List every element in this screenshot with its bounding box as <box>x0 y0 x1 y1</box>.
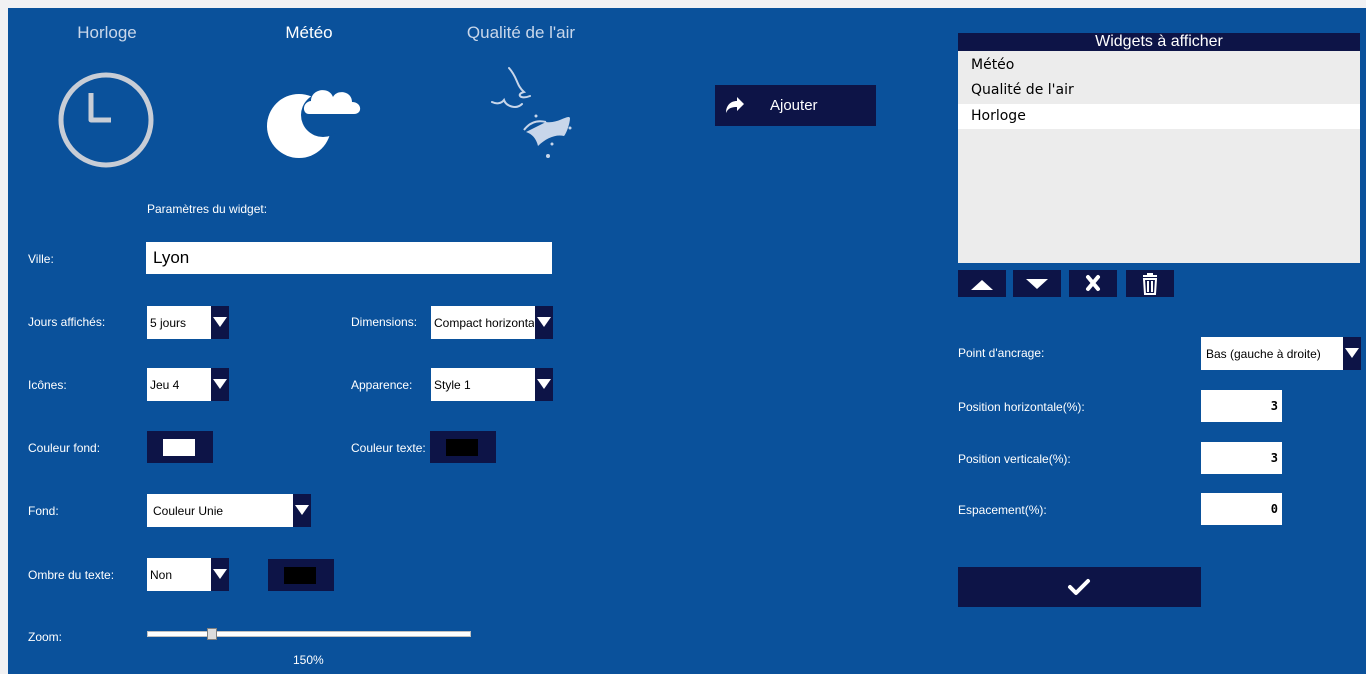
remove-icon <box>1086 275 1100 291</box>
zoom-slider-track[interactable] <box>147 631 471 637</box>
checkmark-icon <box>1068 579 1090 595</box>
dimensions-select[interactable]: Compact horizontal <box>430 305 554 340</box>
list-item[interactable]: Horloge <box>958 104 1360 129</box>
anchor-select-value: Bas (gauche à droite) <box>1206 348 1321 361</box>
appearance-select-value: Style 1 <box>434 379 471 392</box>
city-input[interactable] <box>146 242 552 274</box>
add-button-label: Ajouter <box>770 97 818 114</box>
chevron-down-icon <box>211 306 229 339</box>
air-quality-icon[interactable] <box>486 66 582 174</box>
spacing-input[interactable]: 0 <box>1201 493 1282 525</box>
weather-icon[interactable] <box>266 72 368 162</box>
appearance-label: Apparence: <box>351 378 413 392</box>
days-select-value: 5 jours <box>150 317 187 330</box>
tab-qualite-air[interactable]: Qualité de l'air <box>456 23 586 43</box>
zoom-value: 150% <box>293 653 324 667</box>
move-up-icon <box>971 280 993 290</box>
add-button[interactable]: Ajouter <box>715 85 876 126</box>
bg-color-swatch <box>163 439 195 456</box>
vertical-position-input[interactable]: 3 <box>1201 442 1282 474</box>
widgets-list-title: Widgets à afficher <box>958 33 1360 51</box>
text-color-swatch <box>446 439 478 456</box>
tab-horloge[interactable]: Horloge <box>58 23 156 43</box>
chevron-down-icon <box>1343 337 1361 370</box>
chevron-down-icon <box>535 368 553 401</box>
confirm-button[interactable] <box>958 567 1201 607</box>
horizontal-position-label: Position horizontale(%): <box>958 400 1085 414</box>
anchor-label: Point d'ancrage: <box>958 346 1045 360</box>
text-shadow-select[interactable]: Non <box>146 557 230 592</box>
background-select-value: Couleur Unie <box>153 505 224 518</box>
shadow-color-swatch <box>284 567 316 584</box>
move-down-icon <box>1026 279 1048 289</box>
share-arrow-icon <box>726 97 744 113</box>
dimensions-label: Dimensions: <box>351 315 418 329</box>
text-shadow-label: Ombre du texte: <box>28 568 115 582</box>
clock-icon[interactable] <box>56 70 156 170</box>
move-up-button[interactable] <box>958 270 1006 297</box>
chevron-down-icon <box>293 494 311 527</box>
trash-icon <box>1142 273 1158 295</box>
icons-select-value: Jeu 4 <box>150 379 180 392</box>
icons-label: Icônes: <box>28 378 67 392</box>
bg-color-label: Couleur fond: <box>28 441 101 455</box>
list-item[interactable]: Qualité de l'air <box>958 78 1360 103</box>
text-color-label: Couleur texte: <box>351 441 426 455</box>
horizontal-position-input[interactable]: 3 <box>1201 390 1282 422</box>
appearance-select[interactable]: Style 1 <box>430 367 554 402</box>
list-item[interactable]: Météo <box>958 53 1360 78</box>
spacing-label: Espacement(%): <box>958 503 1047 517</box>
text-shadow-select-value: Non <box>150 569 173 582</box>
move-down-button[interactable] <box>1013 270 1061 297</box>
text-color-picker[interactable] <box>430 431 496 463</box>
city-label: Ville: <box>28 252 54 266</box>
anchor-select[interactable]: Bas (gauche à droite) <box>1200 336 1362 371</box>
shadow-color-picker[interactable] <box>268 559 334 591</box>
zoom-label: Zoom: <box>28 630 63 644</box>
widget-settings-panel: Horloge Météo Qualité de l'air Ajouter P… <box>8 8 1366 674</box>
days-label: Jours affichés: <box>28 315 106 329</box>
chevron-down-icon <box>535 306 553 339</box>
delete-all-button[interactable] <box>1126 270 1174 297</box>
tab-meteo[interactable]: Météo <box>264 23 354 43</box>
widgets-list: Widgets à afficher Météo Qualité de l'ai… <box>958 33 1360 263</box>
chevron-down-icon <box>211 368 229 401</box>
remove-button[interactable] <box>1069 270 1117 297</box>
bg-color-picker[interactable] <box>147 431 213 463</box>
days-select[interactable]: 5 jours <box>146 305 230 340</box>
settings-section-title: Paramètres du widget: <box>147 202 268 216</box>
zoom-slider-thumb[interactable] <box>206 628 217 640</box>
background-label: Fond: <box>28 504 59 518</box>
dimensions-select-value: Compact horizontal <box>434 317 534 330</box>
background-select[interactable]: Couleur Unie <box>146 493 312 528</box>
chevron-down-icon <box>211 558 229 591</box>
icons-select[interactable]: Jeu 4 <box>146 367 230 402</box>
vertical-position-label: Position verticale(%): <box>958 452 1071 466</box>
